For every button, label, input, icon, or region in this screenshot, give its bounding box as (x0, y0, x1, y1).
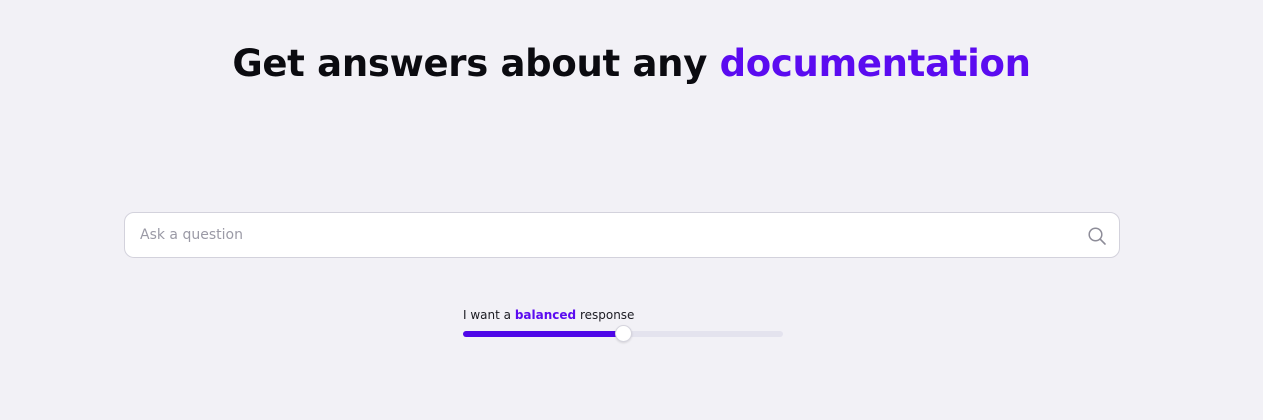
page-title: Get answers about any documentation (0, 40, 1263, 88)
response-slider-thumb[interactable] (615, 325, 632, 342)
response-label-prefix: I want a (463, 308, 515, 322)
response-label-suffix: response (576, 308, 635, 322)
search-input[interactable] (125, 213, 1075, 257)
headline-accent: documentation (719, 42, 1031, 85)
search-bar[interactable] (124, 212, 1120, 258)
response-slider-fill (463, 331, 623, 337)
response-level-label: balanced (514, 308, 577, 322)
headline-prefix: Get answers about any (232, 42, 720, 85)
response-style-control: I want a balanced response (463, 306, 783, 342)
response-slider-track[interactable] (463, 325, 783, 342)
search-icon[interactable] (1087, 226, 1107, 246)
response-style-label: I want a balanced response (463, 306, 783, 324)
